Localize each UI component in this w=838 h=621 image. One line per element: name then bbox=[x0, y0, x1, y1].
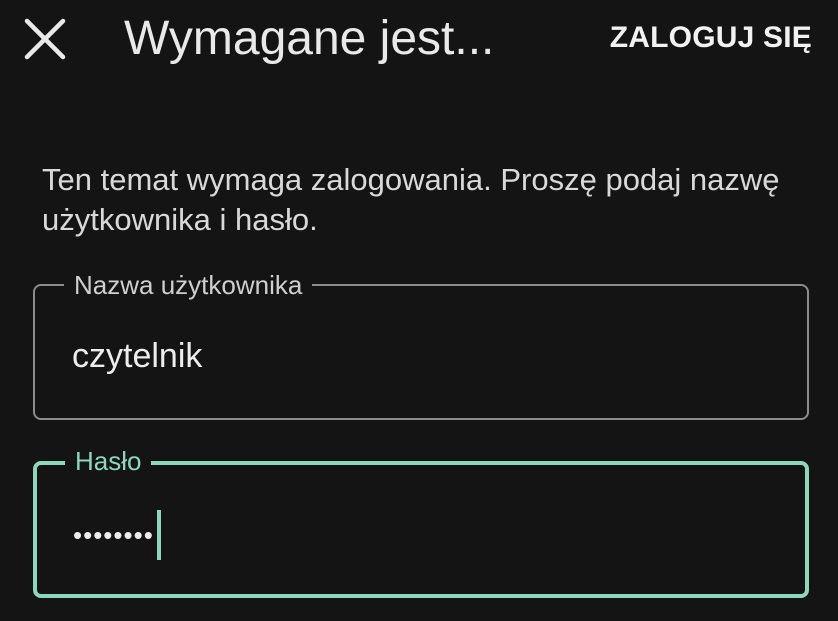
password-field[interactable]: Hasło •••••••• bbox=[33, 443, 809, 598]
password-input[interactable]: •••••••• bbox=[73, 510, 161, 560]
login-dialog: Wymagane jest... ZALOGUJ SIĘ Ten temat w… bbox=[0, 0, 838, 621]
close-icon bbox=[24, 18, 66, 60]
close-button[interactable] bbox=[22, 16, 68, 62]
password-label: Hasło bbox=[65, 443, 152, 479]
dialog-title: Wymagane jest... bbox=[124, 12, 495, 65]
password-masked-value: •••••••• bbox=[73, 520, 154, 550]
login-message: Ten temat wymaga zalogowania. Proszę pod… bbox=[42, 162, 780, 237]
username-label: Nazwa użytkownika bbox=[64, 267, 313, 303]
username-field[interactable]: Nazwa użytkownika czytelnik bbox=[33, 267, 809, 420]
text-cursor bbox=[156, 510, 161, 560]
login-button[interactable]: ZALOGUJ SIĘ bbox=[610, 18, 812, 58]
username-input[interactable]: czytelnik bbox=[72, 334, 202, 378]
